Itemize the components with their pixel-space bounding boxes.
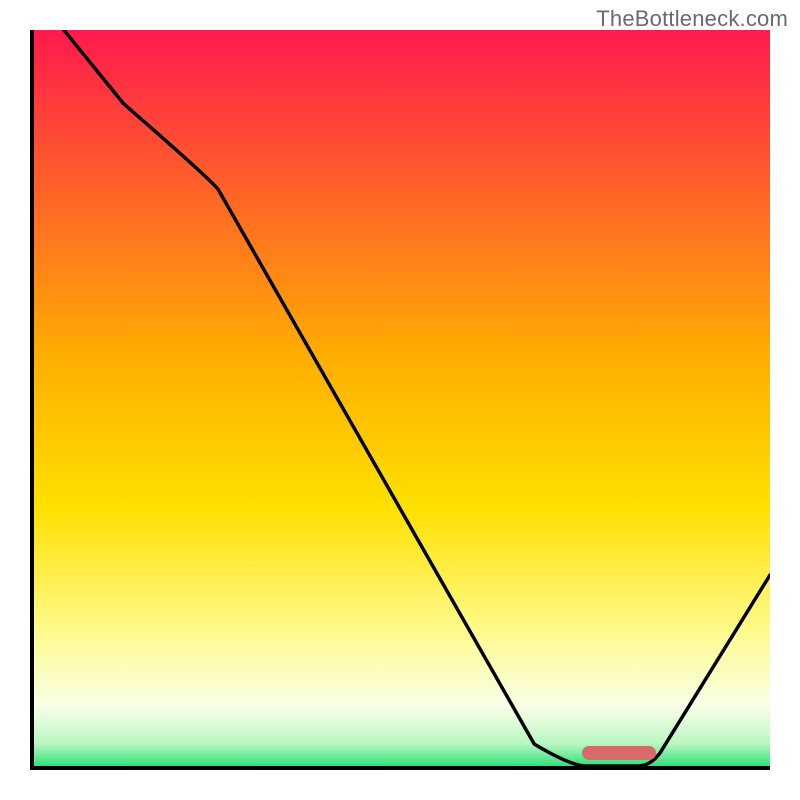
chart-container: TheBottleneck.com (0, 0, 800, 800)
watermark-text: TheBottleneck.com (596, 6, 788, 32)
bottleneck-curve (34, 30, 770, 766)
plot-area (30, 30, 770, 770)
optimal-range-marker (582, 746, 656, 760)
